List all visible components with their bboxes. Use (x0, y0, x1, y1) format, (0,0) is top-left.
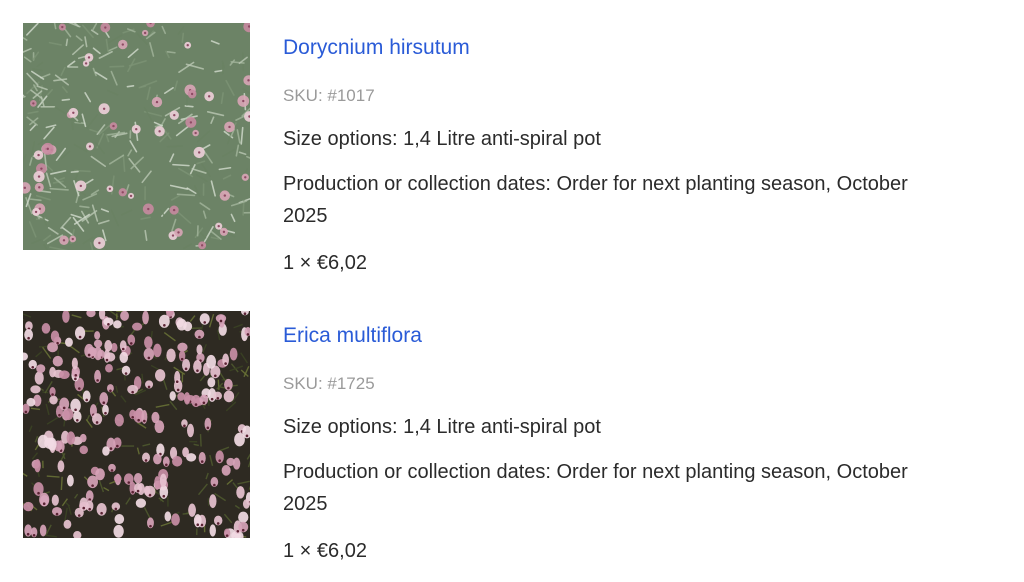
cart-item-list: Dorycnium hirsutum SKU: #1017 Size optio… (0, 0, 1024, 582)
product-name-link[interactable]: Dorycnium hirsutum (283, 35, 470, 61)
product-sku: SKU: #1017 (283, 86, 375, 105)
product-name-link[interactable]: Erica multiflora (283, 323, 422, 349)
product-sku: SKU: #1725 (283, 374, 375, 393)
product-size-option: Size options: 1,4 Litre anti-spiral pot (283, 416, 601, 438)
product-quantity-price: 1 × €6,02 (283, 540, 367, 562)
product-production-dates: Production or collection dates: Order fo… (283, 461, 908, 515)
product-quantity-price: 1 × €6,02 (283, 252, 367, 274)
product-photo (23, 311, 250, 538)
product-image-erica[interactable] (23, 311, 250, 538)
product-image-dorycnium[interactable] (23, 23, 250, 250)
product-production-dates: Production or collection dates: Order fo… (283, 173, 908, 227)
product-size-option: Size options: 1,4 Litre anti-spiral pot (283, 128, 601, 150)
product-photo (23, 23, 250, 250)
